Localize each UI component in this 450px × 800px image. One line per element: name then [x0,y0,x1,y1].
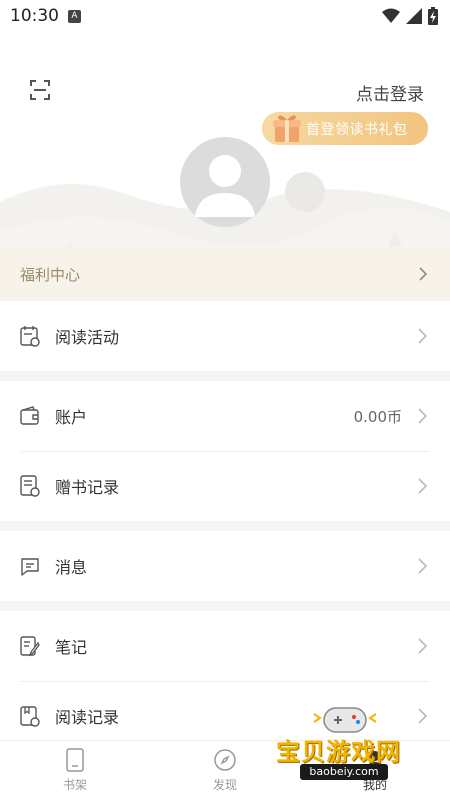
welfare-center-label: 福利中心 [20,265,81,284]
watermark-title: 宝贝游戏网 [276,738,401,766]
notification-icon: A [68,10,81,23]
menu-label-notes: 笔记 [55,638,88,657]
chevron-right-icon [418,408,428,424]
message-icon [21,558,39,576]
menu-item-gift-record[interactable]: 赠书记录 [0,451,450,521]
default-avatar-icon [195,155,255,217]
section-divider [0,371,450,381]
menu-group-activity: 阅读活动 [0,301,450,371]
chevron-right-icon [418,558,428,574]
menu-item-account[interactable]: 账户 0.00币 [0,381,450,451]
menu-item-reading-activity[interactable]: 阅读活动 [0,301,450,371]
chevron-right-icon [418,478,428,494]
section-divider [0,601,450,611]
note-edit-icon [20,636,40,657]
menu-label-account: 账户 [55,408,88,427]
gift-label: 首登领读书礼包 [306,121,408,138]
battery-icon [428,7,438,25]
site-watermark: 宝贝游戏网 baobeiy.com [270,700,440,790]
calendar-clock-icon [20,326,40,347]
avatar[interactable] [180,137,270,227]
menu-label-gift-record: 赠书记录 [55,478,120,497]
gift-icon [273,115,301,142]
login-link[interactable]: 点击登录 [356,80,424,105]
bookshelf-icon [66,748,84,772]
compass-icon [214,749,236,771]
menu-group-account: 账户 0.00币 赠书记录 [0,381,450,521]
section-divider [0,521,450,531]
gift-record-icon [20,475,40,497]
menu-group-messages: 消息 [0,531,450,601]
menu-item-notes[interactable]: 笔记 [0,611,450,681]
status-icons [382,7,438,25]
signal-icon [406,8,422,24]
menu-item-messages[interactable]: 消息 [0,531,450,601]
watermark-url: baobeiy.com [300,764,388,780]
chevron-right-icon [418,638,428,654]
menu-label-messages: 消息 [55,558,88,577]
reading-record-icon [20,706,40,727]
status-time: 10:30 [10,6,59,26]
welfare-center-row[interactable]: 福利中心 [0,247,450,301]
tab-bookshelf[interactable]: 书架 [0,741,150,800]
tab-bookshelf-label: 书架 [62,778,87,792]
chevron-right-icon [419,267,428,281]
menu-label-reading-activity: 阅读活动 [55,328,120,347]
wallet-icon [20,406,39,425]
account-balance: 0.00币 [353,407,402,426]
scan-icon[interactable] [28,78,52,102]
wifi-icon [382,8,400,23]
tab-discover-label: 发现 [212,778,237,792]
status-bar: 10:30 A [0,0,450,32]
first-login-gift-button[interactable]: 首登领读书礼包 [262,112,428,145]
chevron-right-icon [418,328,428,344]
